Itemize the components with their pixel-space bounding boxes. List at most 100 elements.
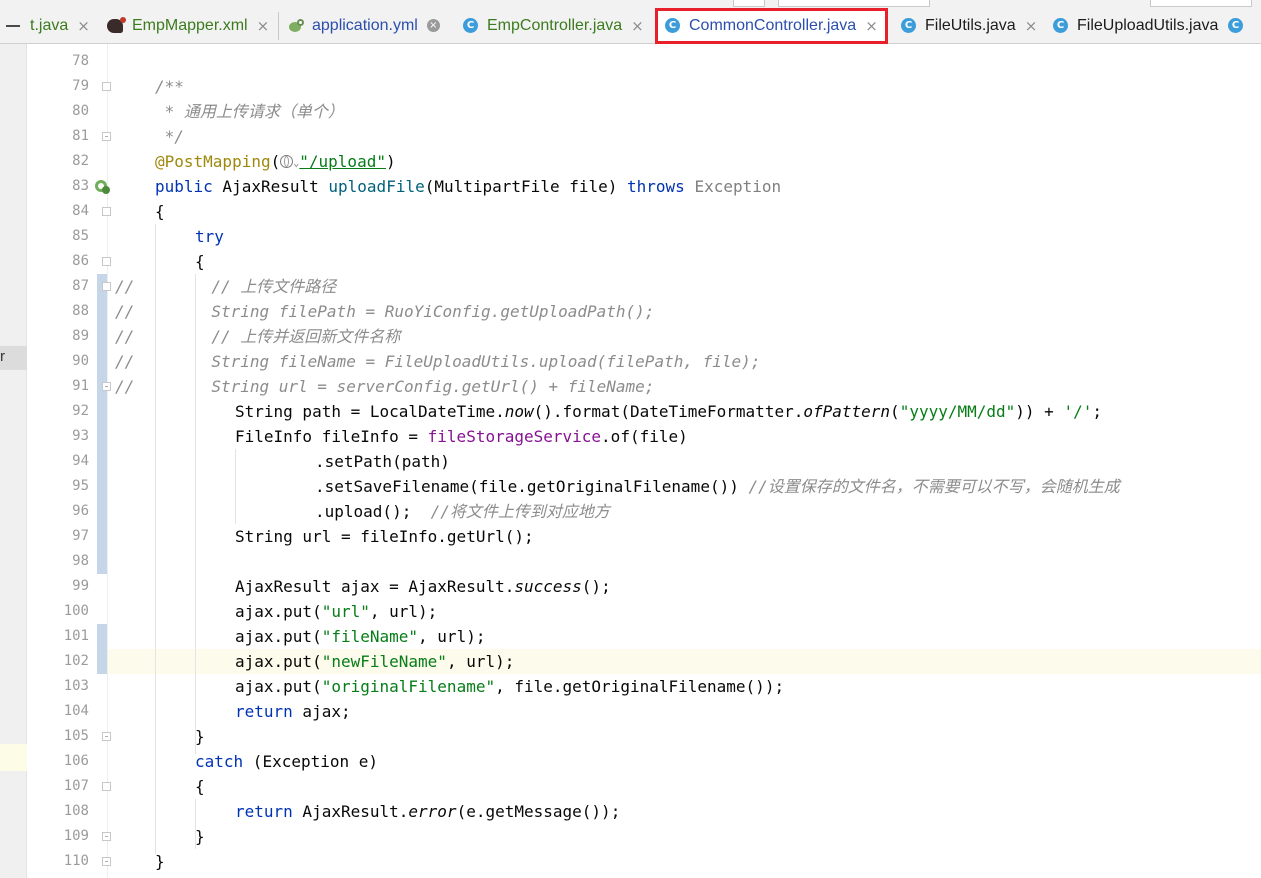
- close-icon[interactable]: ×: [257, 17, 270, 35]
- code-text: (e.getMessage());: [456, 802, 621, 821]
- line-number: 100: [63, 603, 89, 619]
- code-line-91: // String url = serverConfig.getUrl() + …: [115, 374, 1261, 399]
- code-line-100: ajax.put("url", url);: [235, 599, 1261, 624]
- vcs-change-marker[interactable]: [97, 274, 107, 574]
- code-text: , url);: [418, 627, 486, 646]
- code-text: (: [890, 402, 900, 421]
- line-number: 80: [72, 103, 89, 119]
- tab-divider: [278, 12, 279, 40]
- line-number: 107: [63, 778, 89, 794]
- globe-icon[interactable]: [280, 155, 294, 168]
- code-line-93: FileInfo fileInfo = fileStorageService.o…: [235, 424, 1261, 449]
- comment-prefix: //: [115, 352, 135, 371]
- string-literal: "yyyy/MM/dd": [899, 402, 1016, 421]
- string-literal: "fileName": [321, 627, 419, 646]
- code-line-105: }: [195, 727, 205, 746]
- tab-label: CommonController.java: [689, 16, 857, 34]
- tab-commoncontroller-java[interactable]: C CommonController.java ×: [655, 8, 888, 43]
- line-number: 110: [63, 853, 89, 869]
- method-declaration: uploadFile: [328, 177, 425, 196]
- toolbar-remnant: [0, 0, 1261, 8]
- field-reference: fileStorageService: [427, 427, 602, 446]
- static-method: ofPattern: [803, 402, 891, 421]
- code-line-86: {: [195, 252, 205, 271]
- line-number: 88: [72, 303, 89, 319]
- close-icon[interactable]: ×: [426, 19, 440, 32]
- line-number: 91: [72, 378, 89, 394]
- line-number: 101: [63, 628, 89, 644]
- comment-prefix: //: [115, 277, 135, 296]
- line-number: 92: [72, 403, 89, 419]
- tab-label: FileUploadUtils.java: [1077, 16, 1219, 34]
- tab-label: application.yml: [312, 16, 418, 34]
- keyword: catch: [195, 752, 244, 771]
- spring-yml-icon: [289, 18, 305, 33]
- line-number: 93: [72, 428, 89, 444]
- code-line-102: ajax.put("newFileName", url);: [235, 649, 1261, 674]
- indent-guide: [235, 449, 236, 524]
- line-number: 84: [72, 203, 89, 219]
- line-number: 78: [72, 53, 89, 69]
- close-icon[interactable]: ×: [865, 17, 878, 35]
- code-line-82: @PostMapping(⌄"/upload"): [155, 149, 1261, 174]
- tab-application-yml[interactable]: application.yml ×: [289, 8, 440, 43]
- code-editor[interactable]: /** * 通用上传请求（单个） */ @PostMapping(⌄"/uplo…: [108, 44, 1261, 878]
- code-text: , url);: [446, 652, 515, 671]
- code-text: AjaxResult: [212, 177, 329, 196]
- tab-empcontroller-java[interactable]: C EmpController.java ×: [463, 8, 644, 43]
- line-number: 89: [72, 328, 89, 344]
- code-text: .setSaveFilename(file.getOriginalFilenam…: [315, 477, 749, 496]
- line-number: 82: [72, 153, 89, 169]
- string-literal: "originalFilename": [321, 677, 496, 696]
- close-icon[interactable]: ×: [631, 17, 644, 35]
- tab-empmapper-xml[interactable]: EmpMapper.xml ×: [107, 8, 269, 43]
- code-line-89: // // 上传并返回新文件名称: [115, 324, 1261, 349]
- tab-fileuploadutils-java[interactable]: C FileUploadUtils.java: [1053, 8, 1218, 43]
- line-number: 109: [63, 828, 89, 844]
- string-literal: '/': [1063, 402, 1093, 421]
- code-text: (MultipartFile file): [424, 177, 628, 196]
- comment-prefix: //: [115, 377, 135, 396]
- class-icon: C: [463, 18, 478, 33]
- editor-gutter[interactable]: 78 79 80 81 82 83 84 85 86 87 88 89 90 9…: [27, 44, 110, 878]
- code-text: .upload();: [315, 502, 431, 521]
- code-text: .of(file): [601, 427, 688, 446]
- line-number: 106: [63, 753, 89, 769]
- side-marker: [0, 744, 27, 771]
- code-text: ajax.put(: [235, 602, 322, 621]
- request-path[interactable]: "/upload": [299, 152, 386, 171]
- line-number: 95: [72, 478, 89, 494]
- code-line-83: public AjaxResult uploadFile(MultipartFi…: [155, 174, 1261, 199]
- code-text: ajax.put(: [235, 677, 322, 696]
- code-text: ): [385, 152, 396, 171]
- tab-overflow-icon[interactable]: [6, 25, 20, 27]
- code-line-87: // // 上传文件路径: [115, 274, 1261, 299]
- comment-prefix: //: [115, 302, 135, 321]
- class-icon: C: [1228, 18, 1243, 33]
- code-text: FileInfo fileInfo =: [235, 427, 428, 446]
- code-line-96: .upload(); //将文件上传到对应地方: [315, 499, 1261, 524]
- tab-overflow-next[interactable]: C: [1228, 8, 1252, 43]
- code-line-110: }: [155, 852, 165, 871]
- close-icon[interactable]: ×: [77, 17, 90, 35]
- code-line-88: // String filePath = RuoYiConfig.getUplo…: [115, 299, 1261, 324]
- line-number: 83: [72, 178, 89, 194]
- code-line-84: {: [155, 202, 165, 221]
- line-number: 96: [72, 503, 89, 519]
- side-tool-button[interactable]: r: [0, 346, 27, 370]
- tab-t-java[interactable]: t.java ×: [30, 8, 90, 43]
- tab-label: EmpController.java: [487, 16, 623, 34]
- string-literal: "url": [321, 602, 370, 621]
- line-number: 98: [72, 553, 89, 569]
- vcs-change-marker[interactable]: [97, 624, 107, 674]
- line-number: 102: [63, 653, 89, 669]
- class-icon: C: [665, 18, 680, 33]
- code-line-99: AjaxResult ajax = AjaxResult.success();: [235, 574, 1261, 599]
- tab-fileutils-java[interactable]: C FileUtils.java ×: [901, 8, 1037, 43]
- close-icon[interactable]: ×: [1025, 17, 1038, 35]
- comment: String fileName = FileUploadUtils.upload…: [134, 352, 761, 371]
- code-line-80: * 通用上传请求（单个）: [155, 99, 1261, 124]
- line-number: 79: [72, 78, 89, 94]
- code-line-108: return AjaxResult.error(e.getMessage());: [235, 799, 1261, 824]
- code-text: , url);: [369, 602, 438, 621]
